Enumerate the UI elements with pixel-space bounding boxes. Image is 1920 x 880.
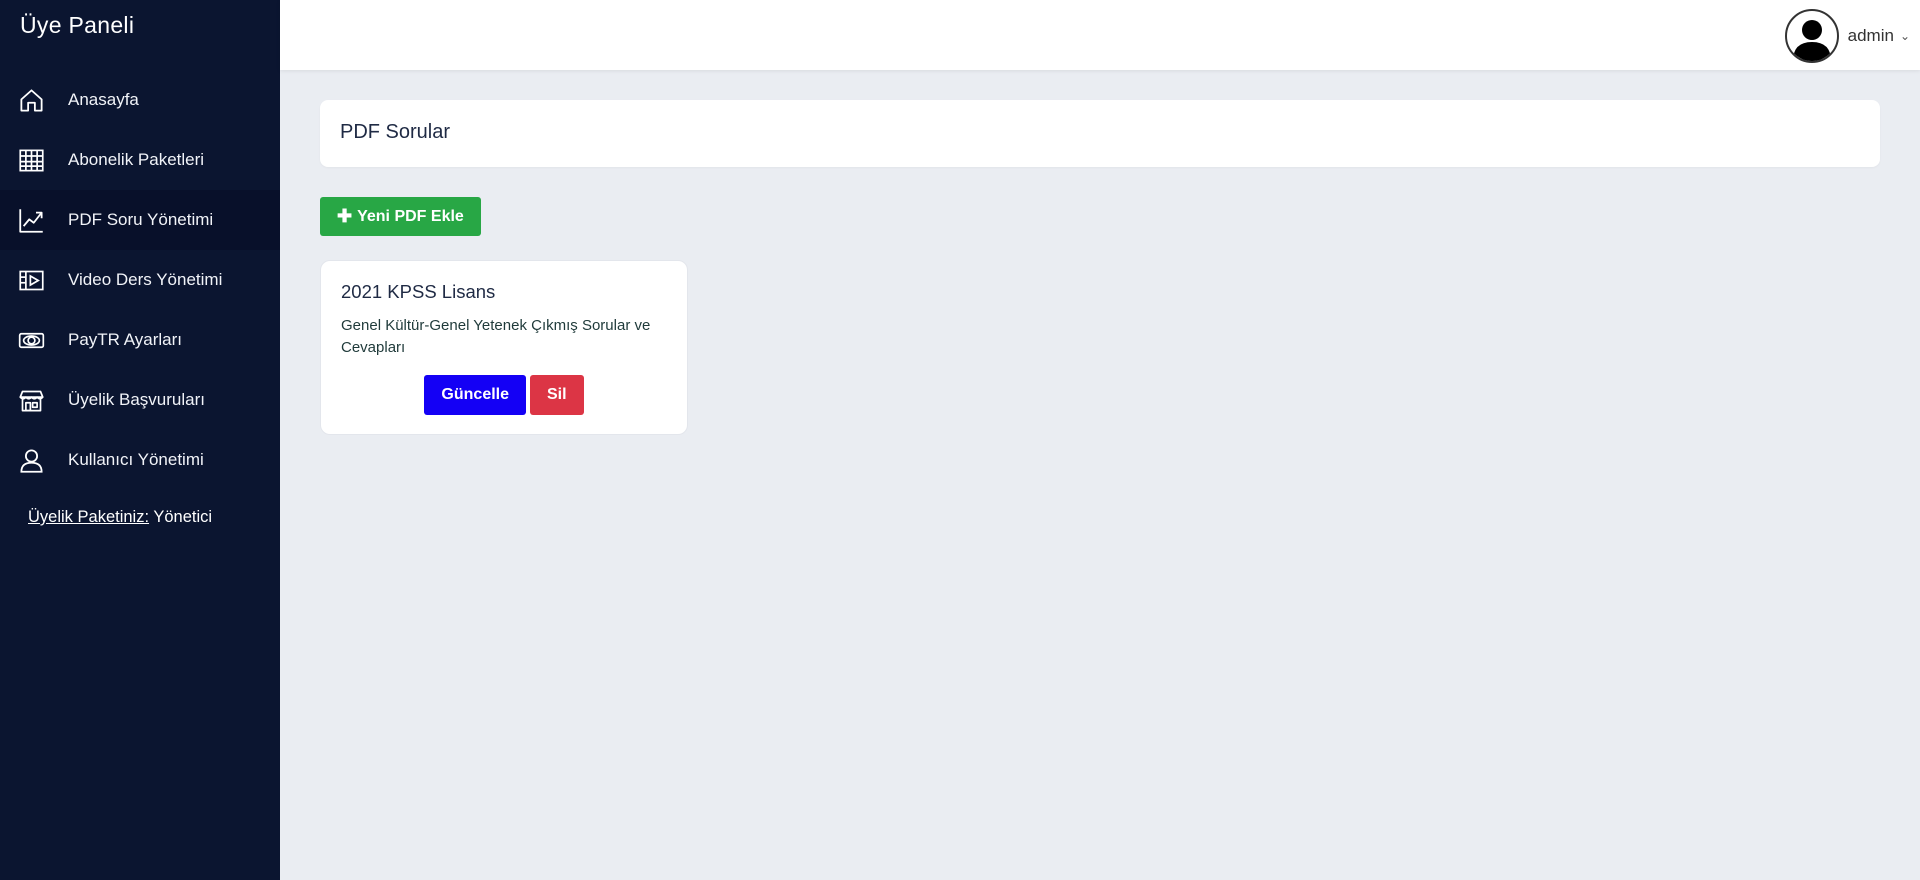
card-actions: Güncelle Sil <box>341 375 667 415</box>
pdf-card-description: Genel Kültür-Genel Yetenek Çıkmış Sorula… <box>341 317 651 356</box>
username: admin <box>1847 26 1894 45</box>
add-pdf-button[interactable]: ✚ Yeni PDF Ekle <box>320 197 481 236</box>
pdf-card-title: 2021 KPSS Lisans <box>341 281 496 302</box>
membership-value: Yönetici <box>153 508 213 526</box>
sidebar-item-label: PayTR Ayarları <box>68 330 183 349</box>
sidebar-item-video-ders-yonetimi[interactable]: Video Ders Yönetimi <box>0 250 280 310</box>
brand-title: Üye Paneli <box>20 12 135 38</box>
plus-icon: ✚ <box>337 206 353 226</box>
user-menu[interactable]: admin ⌄ <box>1784 9 1910 63</box>
sidebar-item-label: PDF Soru Yönetimi <box>68 210 214 229</box>
sidebar-item-paytr-ayarlari[interactable]: PayTR Ayarları <box>0 310 280 370</box>
page-header: PDF Sorular <box>320 100 1880 167</box>
main-content: PDF Sorular ✚ Yeni PDF Ekle 2021 KPSS Li… <box>320 100 1880 435</box>
sidebar-item-label: Anasayfa <box>68 90 139 109</box>
sidebar-item-label: Abonelik Paketleri <box>68 150 205 169</box>
sidebar-item-anasayfa[interactable]: Anasayfa <box>0 70 280 130</box>
membership-key: Üyelik Paketiniz: <box>28 508 150 526</box>
sidebar-item-uyelik-basvurulari[interactable]: Üyelik Başvuruları <box>0 370 280 430</box>
film-icon <box>17 266 45 294</box>
chart-line-icon <box>17 206 45 234</box>
money-icon <box>17 326 45 354</box>
sidebar-nav: Anasayfa Abonelik Paketleri PDF Soru Yön… <box>0 70 280 490</box>
avatar-silhouette-icon <box>1784 9 1839 63</box>
chevron-down-icon: ⌄ <box>1899 29 1910 43</box>
user-icon <box>17 446 45 474</box>
sidebar-item-kullanici-yonetimi[interactable]: Kullanıcı Yönetimi <box>0 430 280 490</box>
membership-info: Üyelik Paketiniz: Yönetici <box>0 508 280 527</box>
sidebar-item-label: Video Ders Yönetimi <box>68 270 223 289</box>
page-title: PDF Sorular <box>340 121 451 143</box>
sidebar: Üye Paneli Anasayfa Abonelik Paketleri P… <box>0 0 280 880</box>
sidebar-item-abonelik-paketleri[interactable]: Abonelik Paketleri <box>0 130 280 190</box>
home-icon <box>17 86 45 114</box>
pdf-card: 2021 KPSS Lisans Genel Kültür-Genel Yete… <box>320 260 688 435</box>
sidebar-item-pdf-soru-yonetimi[interactable]: PDF Soru Yönetimi <box>0 190 280 250</box>
topbar: admin ⌄ <box>280 0 1920 70</box>
delete-button[interactable]: Sil <box>530 375 584 415</box>
store-icon <box>17 386 45 414</box>
table-icon <box>17 146 45 174</box>
add-pdf-label: Yeni PDF Ekle <box>357 207 464 225</box>
update-button[interactable]: Güncelle <box>424 375 526 415</box>
sidebar-item-label: Üyelik Başvuruları <box>68 390 205 409</box>
sidebar-item-label: Kullanıcı Yönetimi <box>68 450 204 469</box>
